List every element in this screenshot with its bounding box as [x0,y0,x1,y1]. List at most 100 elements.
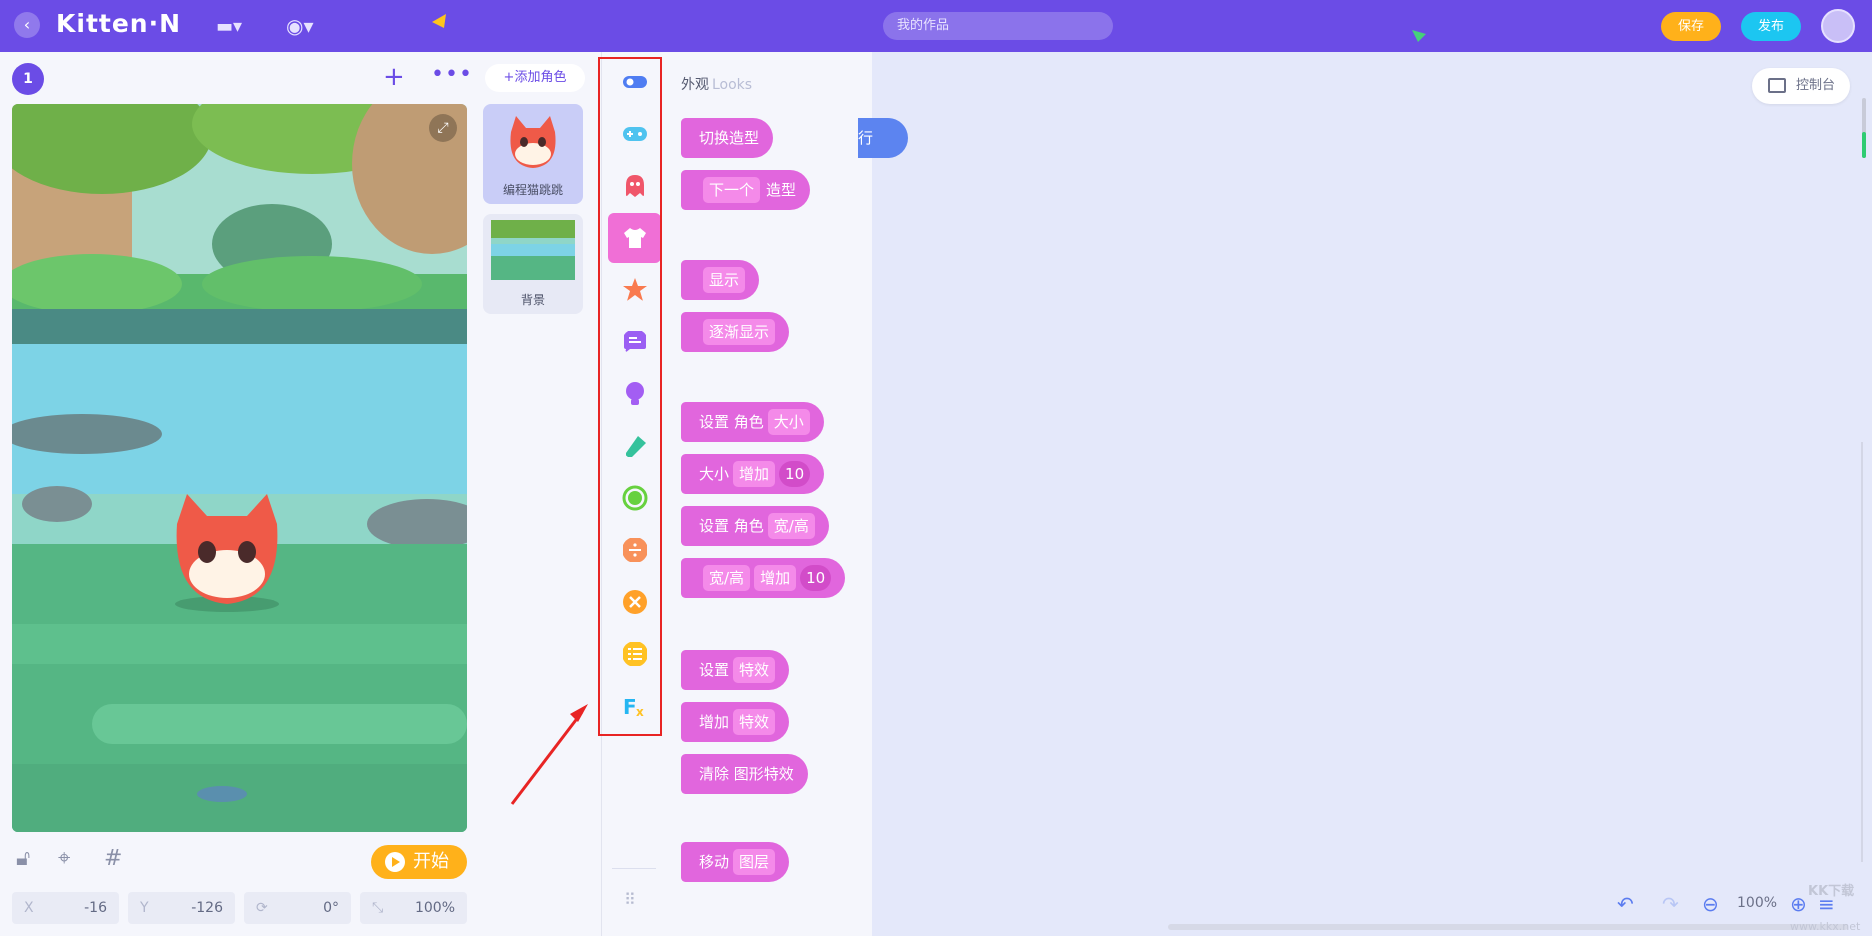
more-options-icon[interactable]: ••• [431,62,473,87]
workspace-block-label: 行 [858,129,874,147]
fullscreen-icon[interactable]: ⤢ [429,114,457,142]
block-label: 设置 [699,661,730,679]
save-button[interactable]: 保存 [1661,12,1721,41]
looks-block[interactable]: 设置 特效 [681,650,790,690]
redo-icon[interactable]: ↷ [1662,892,1679,916]
palette-title-en: Looks [712,77,753,93]
looks-block[interactable]: 设置 角色 大小 [681,402,824,442]
block-dropdown[interactable]: 图层 [733,849,776,875]
sprite-item-background[interactable]: 背景 [483,214,583,314]
scale-icon: ⤡ [372,900,384,916]
block-dropdown[interactable]: 增加 [754,565,797,591]
workspace-block-partial[interactable]: 行 [858,118,908,158]
looks-block[interactable]: 下一个 造型 [681,170,811,210]
block-dropdown[interactable]: 宽/高 [767,513,815,539]
block-label: 设置 角色 [699,413,764,431]
looks-block[interactable]: 清除 图形特效 [681,754,808,794]
decor-arrow-icon [1412,30,1426,42]
block-label: 清除 图形特效 [699,765,794,783]
looks-block[interactable]: 增加 特效 [681,702,790,742]
block-palette: 外观 Looks 切换造型 下一个 造型 显示 逐渐显示 设置 角色 大小 大小 增加 10 设置 角… [665,52,872,936]
undo-icon[interactable]: ↶ [1617,892,1634,916]
looks-block[interactable]: 大小 增加 10 [681,454,825,494]
stage-canvas[interactable]: ⤢ [12,104,467,832]
looks-block[interactable]: 切换造型 [681,118,774,158]
block-dropdown[interactable]: 特效 [733,657,776,683]
watermark: KK下载 [1808,884,1855,899]
console-icon [1768,78,1786,93]
app-logo: Kitten·N [56,9,182,38]
rotation-value: 0° [323,900,339,916]
block-dropdown[interactable]: 宽/高 [703,565,751,591]
looks-block[interactable]: 移动 图层 [681,842,790,882]
palette-title: 外观 Looks [681,74,752,94]
block-dropdown[interactable]: 显示 [703,267,746,293]
add-scene-icon[interactable]: + [383,62,405,92]
y-value: -126 [191,900,223,916]
sprite-name: 编程猫跳跳 [502,183,563,197]
block-label: 移动 [699,853,730,871]
x-label: X [24,900,34,916]
stage-panel: 1 + ••• ⤢ 🔓︎ ⌖ # 开始 X -16 Y -126 ⟳ 0° ⤡ … [0,52,477,936]
number-input[interactable]: 10 [779,461,811,487]
rotation-field[interactable]: ⟳ 0° [244,892,351,924]
block-label: 增加 [699,713,730,731]
x-value: -16 [84,900,107,916]
block-dropdown[interactable]: 增加 [733,461,776,487]
folder-menu-icon[interactable]: ▬▾ [216,16,242,37]
start-button-label: 开始 [413,851,449,872]
settings-menu-icon[interactable]: ◉▾ [286,14,314,38]
y-coordinate-field[interactable]: Y -126 [128,892,235,924]
zoom-out-icon[interactable]: ⊖ [1702,892,1719,916]
lock-icon[interactable]: 🔓︎ [16,846,30,871]
back-button[interactable]: ‹ [14,12,40,38]
block-dropdown[interactable]: 下一个 [703,177,761,203]
number-input[interactable]: 10 [800,565,832,591]
zoom-in-icon[interactable]: ⊕ [1790,892,1807,916]
user-avatar[interactable] [1821,9,1855,43]
block-label: 大小 [699,465,730,483]
console-button[interactable]: 控制台 [1752,68,1850,104]
palette-title-zh: 外观 [681,77,709,93]
search-input[interactable]: 我的作品 [883,12,1113,40]
add-sprite-button[interactable]: +添加角色 [485,64,585,92]
horizontal-scrollbar[interactable] [1168,924,1848,930]
publish-button[interactable]: 发布 [1741,12,1801,41]
code-workspace[interactable]: 行 控制台 ↶ ↷ ⊖ 100% ⊕ ≡ [858,52,1872,936]
vertical-scroll-track[interactable] [1861,442,1863,862]
grip-dots-icon[interactable]: ⠿ [624,890,637,909]
block-label: 造型 [766,181,797,199]
console-label: 控制台 [1796,78,1836,93]
category-divider [612,868,656,869]
rotate-icon: ⟳ [256,900,268,916]
scale-value: 100% [414,900,455,916]
looks-block[interactable]: 宽/高 增加 10 [681,558,846,598]
background-thumbnail [491,220,575,280]
scale-field[interactable]: ⤡ 100% [360,892,467,924]
watermark-url: www.kkx.net [1790,920,1861,933]
x-coordinate-field[interactable]: X -16 [12,892,119,924]
sprite-name: 背景 [520,293,545,307]
zoom-level: 100% [1737,895,1778,911]
looks-block[interactable]: 设置 角色 宽/高 [681,506,829,546]
stage-scene-image [12,104,467,832]
block-label: 设置 角色 [699,517,764,535]
scene-number-badge[interactable]: 1 [12,63,44,95]
grid-icon[interactable]: # [104,846,122,871]
block-dropdown[interactable]: 大小 [767,409,810,435]
looks-block[interactable]: 逐渐显示 [681,312,790,352]
y-label: Y [140,900,149,916]
start-button[interactable]: 开始 [371,845,467,879]
crosshair-icon[interactable]: ⌖ [58,846,70,871]
block-label: 切换造型 [699,129,760,147]
block-dropdown[interactable]: 逐渐显示 [703,319,776,345]
play-icon [385,852,405,872]
sprite-item-cat[interactable]: 编程猫跳跳 [483,104,583,204]
top-bar: ‹ Kitten·N ▬▾ ◉▾ 我的作品 保存 发布 [0,0,1872,52]
looks-block[interactable]: 显示 [681,260,760,300]
block-dropdown[interactable]: 特效 [733,709,776,735]
annotation-highlight-box [598,57,662,736]
cat-sprite-thumbnail [510,116,556,168]
decor-triangle-icon [432,14,446,28]
annotation-arrow-icon [510,704,588,805]
